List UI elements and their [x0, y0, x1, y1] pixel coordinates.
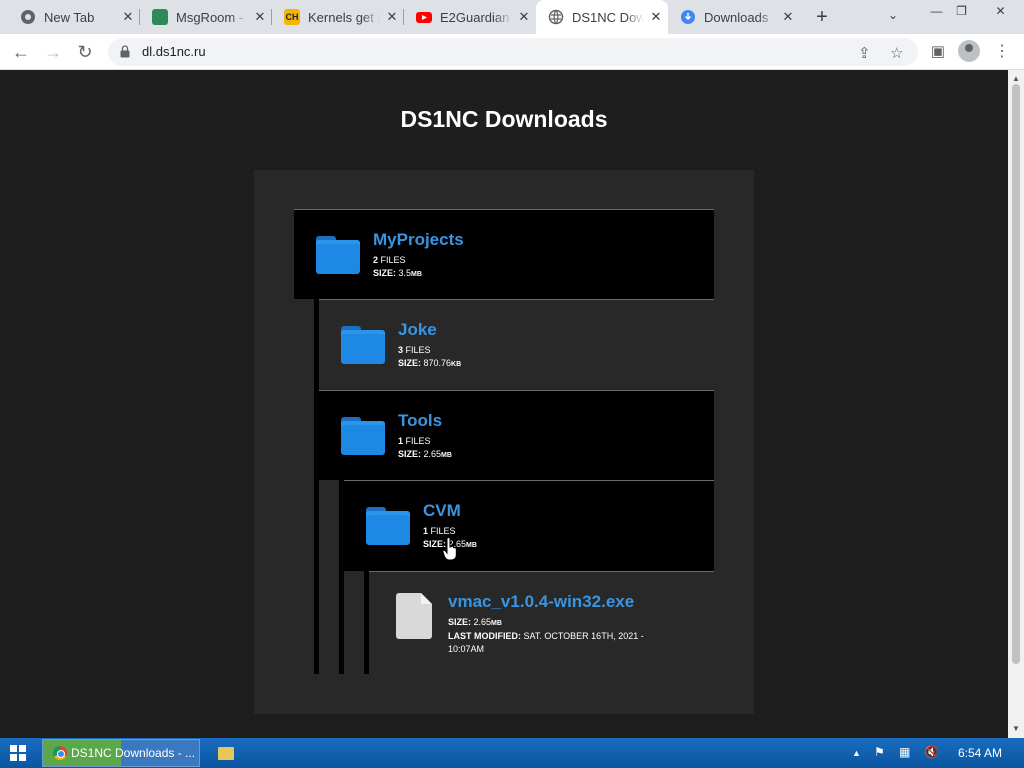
- hand-cursor-icon: [443, 537, 457, 561]
- address-bar[interactable]: dl.ds1nc.ru ⇪ ☆: [108, 38, 918, 66]
- ch-icon: CH: [284, 9, 300, 25]
- windows-start-icon[interactable]: [10, 745, 26, 761]
- folder-name[interactable]: Tools: [398, 411, 442, 431]
- chrome-icon: [53, 746, 67, 760]
- folder-icon: [341, 326, 385, 364]
- folder-meta: 2 FILES SIZE: 3.5MB: [373, 255, 422, 278]
- side-panel-icon[interactable]: ▣: [926, 40, 950, 64]
- bookmark-star-icon[interactable]: ☆: [890, 44, 903, 62]
- msgroom-icon: [152, 9, 168, 25]
- close-icon[interactable]: ✕: [116, 9, 140, 25]
- menu-kebab-icon[interactable]: ⋮: [990, 40, 1014, 64]
- download-icon: [681, 10, 695, 24]
- tab-search-chevron-icon[interactable]: ⌄: [888, 8, 898, 22]
- folder-name[interactable]: MyProjects: [373, 230, 464, 250]
- browser-toolbar: ← → ↻ dl.ds1nc.ru ⇪ ☆ ▣ ⋮: [0, 34, 1024, 70]
- restore-icon[interactable]: ❐: [946, 0, 977, 24]
- folder-meta: 3 FILES SIZE: 870.76KB: [398, 345, 462, 368]
- file-explorer-icon[interactable]: [218, 747, 234, 760]
- tab-msgroom[interactable]: MsgRoom - ✕: [140, 0, 272, 34]
- close-icon[interactable]: ✕: [776, 9, 800, 25]
- action-center-icon[interactable]: ⚑: [874, 745, 885, 759]
- close-icon[interactable]: ✕: [512, 9, 536, 25]
- folder-row-tools[interactable]: Tools 1 FILES SIZE: 2.65MB: [319, 390, 714, 480]
- file-icon: [396, 593, 432, 639]
- tab-title: DS1NC Dow: [572, 9, 644, 25]
- folder-name[interactable]: CVM: [423, 501, 461, 521]
- tab-title: MsgRoom -: [176, 9, 244, 25]
- tab-new-tab[interactable]: New Tab ✕: [8, 0, 140, 34]
- taskbar: DS1NC Downloads - ... ▲ ⚑ ▦ 🔇 6:54 AM: [0, 738, 1024, 768]
- folder-icon: [341, 417, 385, 455]
- globe-icon: [548, 9, 564, 25]
- lock-icon[interactable]: [120, 45, 130, 58]
- tab-title: Downloads: [704, 9, 769, 25]
- new-tab-button[interactable]: +: [810, 5, 834, 29]
- vertical-scrollbar[interactable]: ▲ ▼: [1008, 70, 1024, 738]
- file-meta: SIZE: 2.65MB LAST MODIFIED: SAT. OCTOBER…: [448, 617, 644, 654]
- tab-downloads[interactable]: Downloads ✕: [668, 0, 800, 34]
- downloads-panel: MyProjects 2 FILES SIZE: 3.5MB Joke 3 FI…: [254, 170, 754, 714]
- taskbar-window-label: DS1NC Downloads - ...: [71, 746, 196, 760]
- volume-muted-icon[interactable]: 🔇: [924, 745, 939, 759]
- folder-icon: [366, 507, 410, 545]
- tab-ds1nc[interactable]: DS1NC Dow ✕: [536, 0, 668, 34]
- scroll-down-arrow-icon[interactable]: ▼: [1012, 724, 1020, 733]
- tab-title: New Tab: [44, 9, 95, 25]
- tab-title: Kernels get n: [308, 9, 380, 25]
- close-icon[interactable]: ✕: [380, 9, 404, 25]
- page-title: DS1NC Downloads: [400, 106, 608, 132]
- profile-avatar[interactable]: [958, 40, 980, 62]
- scroll-up-arrow-icon[interactable]: ▲: [1012, 74, 1020, 83]
- reload-icon[interactable]: ↻: [73, 40, 97, 64]
- back-arrow-icon[interactable]: ←: [9, 40, 33, 64]
- file-row-vmac[interactable]: vmac_v1.0.4-win32.exe SIZE: 2.65MB LAST …: [369, 571, 714, 674]
- taskbar-chrome-window[interactable]: DS1NC Downloads - ...: [42, 739, 200, 767]
- folder-icon: [316, 236, 360, 274]
- folder-name[interactable]: Joke: [398, 320, 437, 340]
- folder-row-myprojects[interactable]: MyProjects 2 FILES SIZE: 3.5MB: [294, 209, 714, 299]
- tray-expand-icon[interactable]: ▲: [852, 748, 861, 758]
- network-icon[interactable]: ▦: [899, 745, 910, 759]
- tab-kernels[interactable]: CH Kernels get n ✕: [272, 0, 404, 34]
- taskbar-clock[interactable]: 6:54 AM: [958, 746, 1002, 760]
- share-icon[interactable]: ⇪: [858, 44, 871, 62]
- window-close-icon[interactable]: ✕: [985, 0, 1016, 24]
- tab-title: E2Guardian: [440, 9, 510, 25]
- chrome-icon: [21, 10, 35, 24]
- folder-row-joke[interactable]: Joke 3 FILES SIZE: 870.76KB: [319, 299, 714, 390]
- tab-strip: New Tab ✕ MsgRoom - ✕ CH Kernels get n ✕…: [0, 0, 1024, 34]
- page-viewport: DS1NC Downloads MyProjects 2 FILES SIZE:…: [0, 70, 1008, 738]
- close-icon[interactable]: ✕: [644, 9, 668, 25]
- scrollbar-thumb[interactable]: [1012, 84, 1020, 664]
- folder-row-cvm[interactable]: CVM 1 FILES SIZE: 2.65MB: [344, 480, 714, 571]
- tab-e2guardian[interactable]: E2Guardian ✕: [404, 0, 536, 34]
- youtube-icon: [416, 12, 432, 23]
- file-name[interactable]: vmac_v1.0.4-win32.exe: [448, 592, 634, 612]
- close-icon[interactable]: ✕: [248, 9, 272, 25]
- folder-meta: 1 FILES SIZE: 2.65MB: [398, 436, 452, 459]
- forward-arrow-icon[interactable]: →: [41, 40, 65, 64]
- url-text[interactable]: dl.ds1nc.ru: [142, 44, 206, 59]
